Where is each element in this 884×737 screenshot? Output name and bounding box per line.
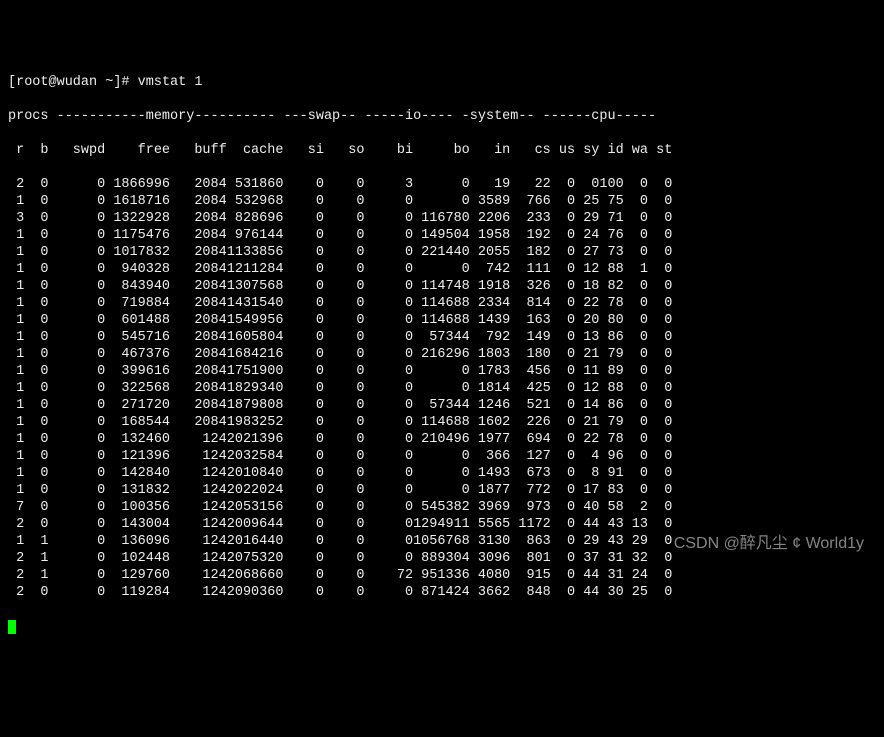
vmstat-row: 1 0 0 131832 1242022024 0 0 0 0 1877 772… <box>8 482 876 499</box>
vmstat-row: 3 0 0 1322928 2084 828696 0 0 0 116780 2… <box>8 210 876 227</box>
vmstat-row: 1 0 0 601488 20841549956 0 0 0 114688 14… <box>8 312 876 329</box>
shell-prompt[interactable]: [root@wudan ~]# vmstat 1 <box>8 74 876 91</box>
vmstat-row: 1 0 0 142840 1242010840 0 0 0 0 1493 673… <box>8 465 876 482</box>
vmstat-row: 1 0 0 545716 20841605804 0 0 0 57344 792… <box>8 329 876 346</box>
vmstat-row: 1 0 0 719884 20841431540 0 0 0 114688 23… <box>8 295 876 312</box>
vmstat-row: 1 0 0 168544 20841983252 0 0 0 114688 16… <box>8 414 876 431</box>
vmstat-row: 7 0 0 100356 1242053156 0 0 0 545382 396… <box>8 499 876 516</box>
vmstat-group-header: procs -----------memory---------- ---swa… <box>8 108 876 125</box>
vmstat-row: 1 0 0 1175476 2084 976144 0 0 0 149504 1… <box>8 227 876 244</box>
watermark: CSDN @醉凡尘 ¢ World1y <box>674 535 864 552</box>
vmstat-row: 1 0 0 271720 20841879808 0 0 0 57344 124… <box>8 397 876 414</box>
vmstat-row: 2 0 0 143004 1242009644 0 0 01294911 556… <box>8 516 876 533</box>
vmstat-row: 2 0 0 1866996 2084 531860 0 0 3 0 19 22 … <box>8 176 876 193</box>
vmstat-row: 1 0 0 399616 20841751900 0 0 0 0 1783 45… <box>8 363 876 380</box>
vmstat-row: 2 1 0 102448 1242075320 0 0 0 889304 309… <box>8 550 876 567</box>
vmstat-row: 1 0 0 322568 20841829340 0 0 0 0 1814 42… <box>8 380 876 397</box>
vmstat-row: 1 0 0 132460 1242021396 0 0 0 210496 197… <box>8 431 876 448</box>
prompt-text: [root@wudan ~]# <box>8 75 130 90</box>
vmstat-row: 2 0 0 119284 1242090360 0 0 0 871424 366… <box>8 584 876 601</box>
vmstat-row: 1 0 0 940328 20841211284 0 0 0 0 742 111… <box>8 261 876 278</box>
vmstat-row: 1 0 0 1618716 2084 532968 0 0 0 0 3589 7… <box>8 193 876 210</box>
vmstat-row: 1 0 0 467376 20841684216 0 0 0 216296 18… <box>8 346 876 363</box>
vmstat-column-header: r b swpd free buff cache si so bi bo in … <box>8 142 876 159</box>
command-text: vmstat 1 <box>138 75 203 90</box>
vmstat-row: 1 0 0 1017832 20841133856 0 0 0 221440 2… <box>8 244 876 261</box>
vmstat-row: 1 0 0 121396 1242032584 0 0 0 0 366 127 … <box>8 448 876 465</box>
vmstat-row: 2 1 0 129760 1242068660 0 0 72 951336 40… <box>8 567 876 584</box>
terminal-cursor <box>8 620 16 634</box>
vmstat-row: 1 0 0 843940 20841307568 0 0 0 114748 19… <box>8 278 876 295</box>
